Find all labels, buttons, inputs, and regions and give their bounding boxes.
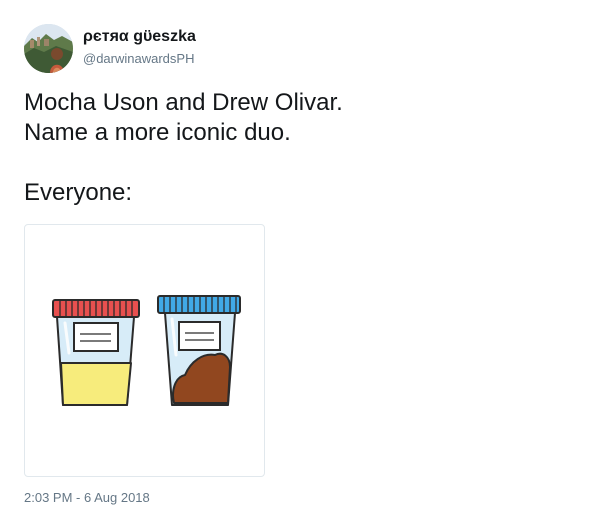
author-avatar[interactable]: [24, 24, 73, 73]
tweet-timestamp[interactable]: 2:03 PM - 6 Aug 2018: [24, 490, 150, 505]
tweet-text: Mocha Uson and Drew Olivar. Name a more …: [24, 88, 584, 208]
avatar-photo-icon: [24, 24, 73, 73]
urine-cup-icon: [52, 299, 140, 406]
tweet: ρєтяα gϋeszka @darwinawardsPH Mocha Uson…: [0, 0, 615, 510]
stool-cup-icon: [157, 295, 241, 406]
tweet-media-image[interactable]: [24, 224, 265, 477]
tweet-text-line-2: Name a more iconic duo.: [24, 119, 291, 146]
tweet-text-gap: [24, 148, 584, 178]
author-handle[interactable]: @darwinawardsPH: [83, 51, 194, 66]
tweet-text-line-1: Mocha Uson and Drew Olivar.: [24, 89, 343, 116]
tweet-text-line-3: Everyone:: [24, 179, 133, 206]
specimen-cups-illustration-icon: [52, 295, 241, 406]
author-display-name[interactable]: ρєтяα gϋeszka: [83, 28, 196, 46]
